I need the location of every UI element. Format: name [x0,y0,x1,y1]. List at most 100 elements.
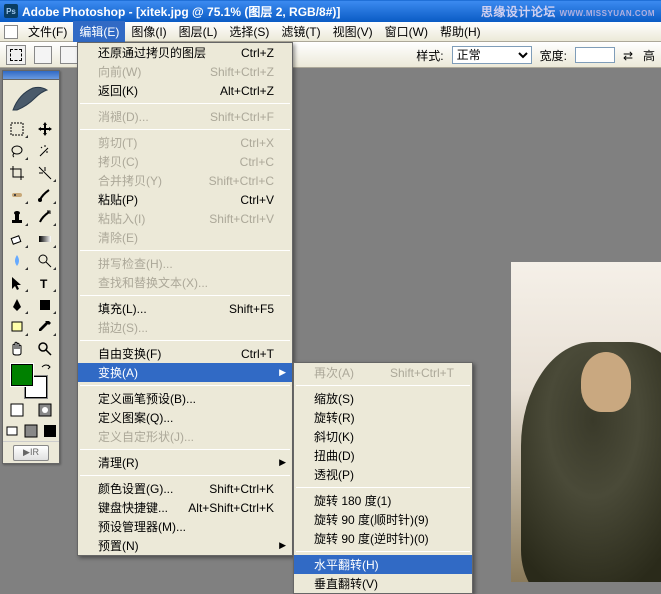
transform-menu-item[interactable]: 斜切(K) [294,427,472,446]
menu-file[interactable]: 文件(F) [22,21,73,42]
document-canvas[interactable] [511,262,661,582]
toolbox-header[interactable] [3,71,59,80]
foreground-color[interactable] [11,364,33,386]
menu-item-label: 旋转 90 度(顺时针)(9) [314,511,429,528]
brush-tool[interactable] [31,184,58,206]
menu-item-label: 垂直翻转(V) [314,575,378,592]
hand-tool[interactable] [3,338,30,360]
menu-separator [80,475,290,476]
menu-item-shortcut: Ctrl+T [241,347,274,361]
edit-menu-item[interactable]: 定义图案(Q)... [78,408,292,427]
menu-item-label: 清理(R) [98,454,139,471]
menu-edit[interactable]: 编辑(E) [73,21,125,42]
lasso-tool[interactable] [3,140,30,162]
edit-menu-item[interactable]: 返回(K) Alt+Ctrl+Z [78,81,292,100]
jump-to-imageready[interactable]: ▶IR [3,441,59,463]
eraser-tool[interactable] [3,228,30,250]
menu-filter[interactable]: 滤镜(T) [275,21,326,42]
submenu-arrow-icon: ▶ [279,457,286,468]
transform-menu-item[interactable]: 旋转 90 度(逆时针)(0) [294,529,472,548]
shape-tool[interactable] [31,294,58,316]
edit-menu-item: 拼写检查(H)... [78,254,292,273]
edit-menu-item[interactable]: 粘贴(P)Ctrl+V [78,190,292,209]
quickmask-mode-icon[interactable] [31,400,59,420]
submenu-arrow-icon: ▶ [279,540,286,551]
width-input[interactable] [575,47,615,63]
transform-menu-item[interactable]: 缩放(S) [294,389,472,408]
stamp-tool[interactable] [3,206,30,228]
marquee-new-icon[interactable] [34,46,52,64]
menu-separator [80,385,290,386]
transform-menu-item[interactable]: 透视(P) [294,465,472,484]
menu-image[interactable]: 图像(I) [125,21,172,42]
edit-menu-item[interactable]: 键盘快捷键...Alt+Shift+Ctrl+K [78,498,292,517]
screenmode-full-icon[interactable] [40,421,59,441]
type-tool[interactable]: T [31,272,58,294]
dodge-tool[interactable] [31,250,58,272]
transform-menu-item[interactable]: 旋转(R) [294,408,472,427]
menu-layer[interactable]: 图层(L) [173,21,224,42]
menu-item-label: 预设管理器(M)... [98,518,186,535]
screenmode-standard-icon[interactable] [3,421,22,441]
menu-item-shortcut: Shift+Ctrl+V [209,212,274,226]
edit-menu-item[interactable]: 还原通过拷贝的图层Ctrl+Z [78,43,292,62]
menu-item-shortcut: Shift+Ctrl+C [209,174,274,188]
edit-menu-item[interactable]: 定义画笔预设(B)... [78,389,292,408]
edit-menu-item[interactable]: 预置(N) ▶ [78,536,292,555]
menu-item-label: 再次(A) [314,364,354,381]
edit-menu-item[interactable]: 自由变换(F)Ctrl+T [78,344,292,363]
edit-menu-item: 粘贴入(I)Shift+Ctrl+V [78,209,292,228]
swap-wh-icon[interactable]: ⇄ [623,49,635,61]
menu-item-shortcut: Alt+Ctrl+Z [220,84,274,98]
marquee-tool[interactable] [3,118,30,140]
menu-item-label: 透视(P) [314,466,354,483]
marquee-add-icon[interactable] [60,46,78,64]
menu-item-label: 描边(S)... [98,319,148,336]
edit-menu-item[interactable]: 清理(R) ▶ [78,453,292,472]
notes-tool[interactable] [3,316,30,338]
transform-menu-item[interactable]: 旋转 90 度(顺时针)(9) [294,510,472,529]
menu-window[interactable]: 窗口(W) [379,21,434,42]
style-select[interactable]: 正常 [452,46,532,64]
swap-colors-icon[interactable] [41,362,53,374]
menu-item-label: 变换(A) [98,364,138,381]
transform-menu-item[interactable]: 扭曲(D) [294,446,472,465]
slice-tool[interactable] [31,162,58,184]
heal-tool[interactable] [3,184,30,206]
crop-tool[interactable] [3,162,30,184]
menu-item-label: 合并拷贝(Y) [98,172,162,189]
menu-help[interactable]: 帮助(H) [434,21,487,42]
edit-menu-item[interactable]: 变换(A)▶ [78,363,292,382]
gradient-tool[interactable] [31,228,58,250]
edit-menu-item: 合并拷贝(Y) Shift+Ctrl+C [78,171,292,190]
edit-menu-item[interactable]: 填充(L)...Shift+F5 [78,299,292,318]
menu-item-label: 消褪(D)... [98,108,149,125]
edit-menu-item[interactable]: 颜色设置(G)...Shift+Ctrl+K [78,479,292,498]
eyedropper-tool[interactable] [31,316,58,338]
menu-item-label: 定义自定形状(J)... [98,428,194,445]
standard-mode-icon[interactable] [3,400,31,420]
menu-item-label: 返回(K) [98,82,138,99]
menu-select[interactable]: 选择(S) [223,21,275,42]
transform-menu-item[interactable]: 垂直翻转(V) [294,574,472,593]
menu-item-label: 旋转 90 度(逆时针)(0) [314,530,429,547]
history-brush-tool[interactable] [31,206,58,228]
path-select-tool[interactable] [3,272,30,294]
edit-menu-item: 消褪(D)...Shift+Ctrl+F [78,107,292,126]
color-swatches [3,360,59,400]
blur-tool[interactable] [3,250,30,272]
current-tool-icon[interactable] [6,45,26,65]
menu-separator [80,103,290,104]
wand-tool[interactable] [31,140,58,162]
toolbox: T ▶IR [2,70,60,464]
pen-tool[interactable] [3,294,30,316]
menu-item-label: 预置(N) [98,537,139,554]
edit-menu-item[interactable]: 预设管理器(M)... [78,517,292,536]
menu-item-label: 查找和替换文本(X)... [98,274,208,291]
screenmode-full-menu-icon[interactable] [22,421,41,441]
menu-view[interactable]: 视图(V) [327,21,379,42]
transform-menu-item[interactable]: 旋转 180 度(1) [294,491,472,510]
zoom-tool[interactable] [31,338,58,360]
move-tool[interactable] [31,118,58,140]
transform-menu-item[interactable]: 水平翻转(H) [294,555,472,574]
